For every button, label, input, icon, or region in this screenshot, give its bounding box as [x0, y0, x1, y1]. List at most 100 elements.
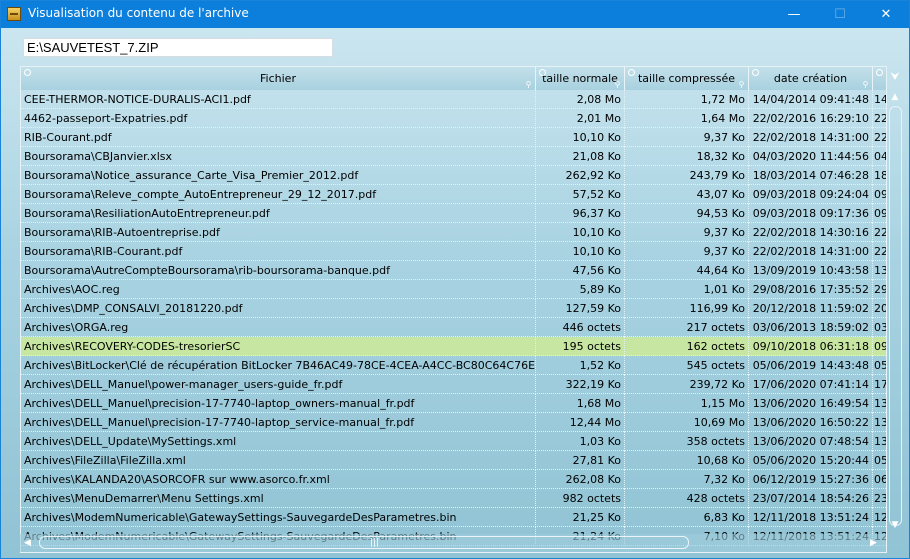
cell-extra: 13: [874, 397, 887, 410]
table-row[interactable]: Archives\FileZilla\FileZilla.xml 27,81 Ko…: [21, 451, 886, 470]
search-key-icon[interactable]: ⚲: [524, 80, 533, 89]
table-row[interactable]: Archives\DELL_Manuel\precision-17-7740-l…: [21, 394, 886, 413]
column-header-date-creation[interactable]: date création ⚲: [749, 67, 873, 90]
cell-compressed-size: 1,64 Mo: [625, 109, 749, 128]
archive-contents-table: Fichier ⚲ taille normale ⚲ taille compre…: [20, 66, 887, 553]
sort-dot-icon: [24, 69, 31, 76]
cell-file-name: Archives\RECOVERY-CODES-tresorierSC: [21, 337, 536, 356]
horizontal-scroll-thumb[interactable]: |||: [39, 536, 689, 549]
close-button[interactable]: ✕: [863, 1, 909, 28]
cell-creation-date: 18/03/2014 07:46:28: [749, 166, 873, 185]
minimize-button[interactable]: —: [771, 1, 817, 28]
cell-normal-size: 2,08 Mo: [536, 90, 625, 109]
horizontal-scrollbar[interactable]: ◀ ||| ▶: [20, 534, 886, 552]
table-row[interactable]: Archives\DMP_CONSALVI_20181220.pdf 127,59…: [21, 299, 886, 318]
table-row[interactable]: Archives\ORGA.reg 446 octets 217 octets 03/…: [21, 318, 886, 337]
column-header-label: taille normale: [542, 72, 618, 85]
archive-path-field[interactable]: E:\SAUVETEST_7.ZIP: [23, 38, 333, 57]
cell-compressed-size: 545 octets: [625, 356, 749, 375]
cell-compressed-size: 6,83 Ko: [625, 508, 749, 527]
cell-compressed-size: 7,32 Ko: [625, 470, 749, 489]
cell-extra: 22: [874, 131, 887, 144]
table-row[interactable]: Archives\DELL_Update\MySettings.xml 1,03 …: [21, 432, 886, 451]
cell-normal-size: 10,10 Ko: [536, 242, 625, 261]
column-header-taille-compressee[interactable]: taille compressée ⚲: [625, 67, 749, 90]
table-row[interactable]: Boursorama\ResiliationAutoEntrepreneur.p…: [21, 204, 886, 223]
table-row[interactable]: Archives\DELL_Manuel\power-manager_users…: [21, 375, 886, 394]
table-row[interactable]: Archives\MenuDemarrer\Menu Settings.xml 9…: [21, 489, 886, 508]
cell-compressed-size: 9,37 Ko: [625, 128, 749, 147]
table-row[interactable]: 4462-passeport-Expatries.pdf 2,01 Mo 1,64 …: [21, 109, 886, 128]
cell-compressed-size: 1,01 Ko: [625, 280, 749, 299]
scroll-down-icon[interactable]: ▼: [888, 518, 902, 532]
table-row[interactable]: Boursorama\CBJanvier.xlsx 21,08 Ko 18,32 K…: [21, 147, 886, 166]
cell-compressed-size: 116,99 Ko: [625, 299, 749, 318]
scroll-up-icon[interactable]: ▲: [888, 90, 902, 104]
table-row[interactable]: CEE-THERMOR-NOTICE-DURALIS-ACI1.pdf 2,08 …: [21, 90, 886, 109]
cell-file-name: CEE-THERMOR-NOTICE-DURALIS-ACI1.pdf: [21, 90, 536, 109]
table-row[interactable]: Boursorama\Releve_compte_AutoEntrepreneu…: [21, 185, 886, 204]
search-key-icon[interactable]: ⚲: [861, 80, 870, 89]
cell-creation-date: 22/02/2018 14:31:00: [749, 242, 873, 261]
table-row[interactable]: Archives\DELL_Manuel\precision-17-7740-l…: [21, 413, 886, 432]
title-bar[interactable]: Visualisation du contenu de l'archive — …: [1, 1, 909, 28]
scroll-left-icon[interactable]: ◀: [24, 536, 36, 550]
cell-file-name: Archives\BitLocker\Clé de récupération B…: [21, 356, 536, 375]
cell-creation-date: 20/12/2018 11:59:02: [749, 299, 873, 318]
cell-extra: 12: [874, 511, 887, 524]
cell-creation-date: 14/04/2014 09:41:48: [749, 90, 873, 109]
table-row[interactable]: RIB-Courant.pdf 10,10 Ko 9,37 Ko 22/02/2018…: [21, 128, 886, 147]
cell-creation-date: 09/03/2018 09:17:36: [749, 204, 873, 223]
search-key-icon[interactable]: ⚲: [613, 80, 622, 89]
cell-file-name: Archives\DELL_Update\MySettings.xml: [21, 432, 536, 451]
column-header-extra[interactable]: [873, 67, 886, 90]
table-row[interactable]: Boursorama\AutreCompteBoursorama\rib-bou…: [21, 261, 886, 280]
cell-compressed-size: 9,37 Ko: [625, 223, 749, 242]
cell-compressed-size: 10,68 Ko: [625, 451, 749, 470]
table-row[interactable]: Archives\RECOVERY-CODES-tresorierSC 195 o…: [21, 337, 886, 356]
archive-viewer-window: Visualisation du contenu de l'archive — …: [0, 0, 910, 559]
cell-extra: 03: [874, 321, 887, 334]
column-header-taille-normale[interactable]: taille normale ⚲: [536, 67, 625, 90]
cell-normal-size: 21,25 Ko: [536, 508, 625, 527]
scroll-to-top-icon[interactable]: ⮟: [888, 68, 902, 86]
table-row[interactable]: Boursorama\Notice_assurance_Carte_Visa_P…: [21, 166, 886, 185]
cell-creation-date: 06/12/2019 15:27:36: [749, 470, 873, 489]
cell-creation-date: 05/06/2019 14:43:48: [749, 356, 873, 375]
cell-creation-date: 03/06/2013 18:59:02: [749, 318, 873, 337]
cell-extra: 29: [874, 283, 887, 296]
cell-normal-size: 5,89 Ko: [536, 280, 625, 299]
vertical-scrollbar[interactable]: ⮟ ▲ ▼: [886, 66, 905, 553]
table-row[interactable]: Boursorama\RIB-Autoentreprise.pdf 10,10 K…: [21, 223, 886, 242]
cell-extra: 13: [874, 416, 887, 429]
column-header-fichier[interactable]: Fichier ⚲: [21, 67, 536, 90]
scroll-right-icon[interactable]: ▶: [870, 536, 882, 550]
cell-creation-date: 09/03/2018 09:24:04: [749, 185, 873, 204]
cell-creation-date: 23/07/2014 18:54:26: [749, 489, 873, 508]
cell-creation-date: 22/02/2018 14:30:16: [749, 223, 873, 242]
table-row[interactable]: Archives\KALANDA20\ASORCOFR sur www.asor…: [21, 470, 886, 489]
table-row[interactable]: Archives\ModemNumericable\GatewaySetting…: [21, 508, 886, 527]
cell-normal-size: 27,81 Ko: [536, 451, 625, 470]
cell-file-name: Archives\ModemNumericable\GatewaySetting…: [21, 508, 536, 527]
vertical-scroll-thumb[interactable]: [889, 106, 902, 526]
table-row[interactable]: Archives\BitLocker\Clé de récupération B…: [21, 356, 886, 375]
cell-compressed-size: 1,15 Mo: [625, 394, 749, 413]
cell-file-name: Boursorama\Notice_assurance_Carte_Visa_P…: [21, 166, 536, 185]
cell-compressed-size: 10,69 Mo: [625, 413, 749, 432]
maximize-button[interactable]: ☐: [817, 1, 863, 28]
search-key-icon[interactable]: ⚲: [737, 80, 746, 89]
cell-creation-date: 13/06/2020 16:49:54: [749, 394, 873, 413]
table-row[interactable]: Archives\AOC.reg 5,89 Ko 1,01 Ko 29/08/2016…: [21, 280, 886, 299]
cell-extra: 22: [874, 112, 887, 125]
cell-creation-date: 17/06/2020 07:41:14: [749, 375, 873, 394]
table-row[interactable]: Boursorama\RIB-Courant.pdf 10,10 Ko 9,37 K…: [21, 242, 886, 261]
cell-creation-date: 04/03/2020 11:44:56: [749, 147, 873, 166]
cell-normal-size: 2,01 Mo: [536, 109, 625, 128]
cell-compressed-size: 94,53 Ko: [625, 204, 749, 223]
cell-file-name: Archives\AOC.reg: [21, 280, 536, 299]
sort-dot-icon: [628, 69, 635, 76]
cell-extra: 14: [874, 93, 887, 106]
cell-normal-size: 262,08 Ko: [536, 470, 625, 489]
cell-compressed-size: 243,79 Ko: [625, 166, 749, 185]
